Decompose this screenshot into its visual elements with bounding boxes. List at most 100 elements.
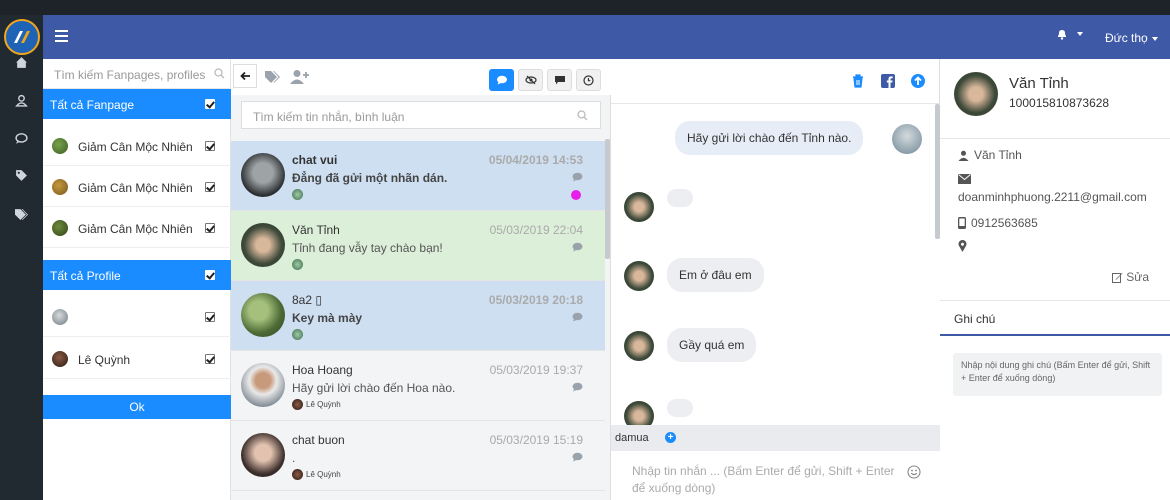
profile-email-value-row: doanminhphuong.2211@gmail.com	[958, 190, 1147, 204]
conversation-tag[interactable]: damua	[615, 432, 649, 444]
trash-icon[interactable]	[850, 73, 866, 89]
profile-checkbox[interactable]	[205, 354, 215, 364]
arrow-up-circle-icon[interactable]	[910, 73, 926, 89]
notes-input[interactable]: Nhập nội dung ghi chú (Bấm Enter để gửi,…	[953, 353, 1162, 396]
user-icon	[958, 150, 969, 161]
notes-tab-label: Ghi chú	[954, 312, 996, 326]
fanpage-item[interactable]: Giảm Cân Mộc Nhiên	[43, 207, 231, 248]
edit-profile-button[interactable]: Sửa	[1112, 270, 1149, 284]
edit-icon	[1112, 272, 1123, 283]
search-icon	[214, 68, 225, 79]
phone-icon	[958, 217, 966, 229]
fanpage-item[interactable]: Giảm Cân Mộc Nhiên	[43, 125, 231, 166]
conversation-search-input[interactable]: Tìm kiếm tin nhắn, bình luận	[241, 101, 601, 129]
message-icon	[572, 382, 583, 392]
profile-item[interactable]: Lê Quỳnh	[43, 338, 231, 379]
conversation-item[interactable]: chat vui 05/04/2019 14:53 Đẳng đã gửi mộ…	[231, 141, 605, 211]
profile-avatar	[52, 351, 68, 367]
facebook-icon[interactable]	[880, 73, 896, 89]
page-avatar	[292, 329, 303, 340]
conversation-name: Văn Tỉnh	[292, 223, 340, 237]
fanpage-checkbox[interactable]	[205, 223, 215, 233]
fanpage-item[interactable]: Giảm Cân Mộc Nhiên	[43, 166, 231, 207]
conversation-item[interactable]: Văn Tỉnh 05/03/2019 22:04 Tỉnh đang vẫy …	[231, 211, 605, 281]
filter-search-input[interactable]: Tìm kiếm Fanpages, profiles	[43, 59, 231, 89]
fanpage-checkbox[interactable]	[205, 182, 215, 192]
tag-bar: damua +	[611, 425, 940, 451]
ok-button[interactable]: Ok	[43, 395, 231, 419]
conversation-avatar	[241, 433, 285, 477]
account-filter-panel: Tìm kiếm Fanpages, profiles Tất cả Fanpa…	[43, 59, 231, 500]
page-avatar	[292, 259, 303, 270]
profile-phone[interactable]: 0912563685	[971, 216, 1038, 230]
conversation-item[interactable]: 8a2 ▯ 05/03/2019 20:18 Key mà mày	[231, 281, 605, 351]
fanpage-checkbox[interactable]	[205, 141, 215, 151]
profile-email[interactable]: doanminhphuong.2211@gmail.com	[958, 190, 1147, 204]
home-icon[interactable]	[12, 53, 30, 71]
profile-location-row	[958, 240, 967, 252]
logo-icon	[14, 31, 30, 43]
conversation-last-message: .	[292, 451, 296, 465]
app-logo[interactable]	[4, 19, 40, 55]
user-name: Đức thọ	[1105, 31, 1148, 45]
message-composer[interactable]: Nhập tin nhắn ... (Bấm Enter để gửi, Shi…	[611, 451, 940, 500]
profile-all-checkbox[interactable]	[205, 270, 215, 280]
profile-name: Văn Tỉnh	[1009, 75, 1069, 92]
arrow-left-icon	[239, 71, 250, 81]
tags-icon[interactable]	[265, 69, 283, 83]
conversation-item[interactable]: Hoa Hoang 05/03/2019 19:37 Hãy gửi lời c…	[231, 351, 605, 421]
profile-avatar	[52, 309, 68, 325]
fanpage-avatar	[52, 220, 68, 236]
bell-icon	[1058, 30, 1066, 40]
conversation-page: Lê Quỳnh	[292, 469, 341, 480]
fanpage-name: Giảm Cân Mộc Nhiên	[78, 181, 193, 195]
filter-comments-button[interactable]	[547, 69, 572, 91]
search-icon	[577, 110, 588, 121]
incoming-message: Em ở đâu em	[667, 258, 764, 292]
profile-phone-row: 0912563685	[958, 216, 1038, 230]
fanpage-group-label: Tất cả Fanpage	[50, 98, 135, 112]
conversation-last-message: Đẳng đã gửi một nhãn dán.	[292, 171, 448, 185]
conversation-name: Hoa Hoang	[292, 363, 353, 377]
profile-item[interactable]	[43, 296, 231, 337]
add-user-icon[interactable]	[290, 69, 310, 84]
profile-checkbox[interactable]	[205, 312, 215, 322]
conversation-name: chat vui	[292, 153, 338, 167]
message-icon	[572, 312, 583, 322]
conversation-time: 05/03/2019 15:19	[489, 433, 583, 447]
notifications-menu[interactable]	[1056, 28, 1083, 40]
fanpage-all-checkbox[interactable]	[205, 99, 215, 109]
back-button[interactable]	[233, 64, 257, 88]
filter-unread-button[interactable]	[518, 69, 543, 91]
chat-header	[611, 59, 940, 104]
conversation-avatar	[241, 153, 285, 197]
page-avatar	[292, 189, 303, 200]
tab-notes[interactable]: Ghi chú	[940, 300, 1170, 336]
user-icon[interactable]	[12, 91, 30, 109]
conversation-avatar	[241, 293, 285, 337]
emoji-icon[interactable]	[907, 465, 921, 479]
add-tag-icon[interactable]: +	[665, 432, 676, 443]
message-icon	[572, 242, 583, 252]
user-menu[interactable]: Đức thọ	[1105, 31, 1158, 45]
message-icon	[572, 452, 583, 462]
tag-icon[interactable]	[12, 166, 30, 184]
hamburger-icon[interactable]	[55, 30, 68, 42]
outgoing-message: Hãy gửi lời chào đến Tỉnh nào.	[675, 121, 864, 155]
profile-group-label: Tất cả Profile	[50, 269, 121, 283]
filter-messages-button[interactable]	[489, 69, 514, 91]
envelope-icon	[958, 174, 971, 184]
conversation-item[interactable]: chat buon 05/03/2019 15:19 . Lê Quỳnh	[231, 421, 605, 491]
filter-search-placeholder: Tìm kiếm Fanpages, profiles	[54, 68, 206, 82]
tags-icon[interactable]	[12, 204, 30, 222]
fanpage-group-header[interactable]: Tất cả Fanpage	[43, 89, 231, 119]
chevron-down-icon	[1077, 32, 1083, 36]
filter-time-button[interactable]	[576, 69, 601, 91]
conversation-time: 05/04/2019 14:53	[488, 153, 583, 167]
page-avatar	[292, 399, 303, 410]
conversation-scrollbar[interactable]	[605, 139, 610, 259]
profile-avatar	[954, 72, 998, 116]
chat-icon[interactable]	[12, 129, 30, 147]
profile-group-header[interactable]: Tất cả Profile	[43, 260, 231, 290]
edit-label: Sửa	[1126, 270, 1149, 284]
